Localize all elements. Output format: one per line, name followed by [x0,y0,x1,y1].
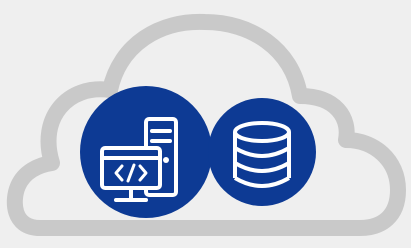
cloud-outline-icon [6,13,406,236]
code-computer-server-icon [80,86,212,218]
database-icon [208,98,316,206]
illustration-svg [6,13,406,236]
cloud-infrastructure-illustration [0,0,411,248]
